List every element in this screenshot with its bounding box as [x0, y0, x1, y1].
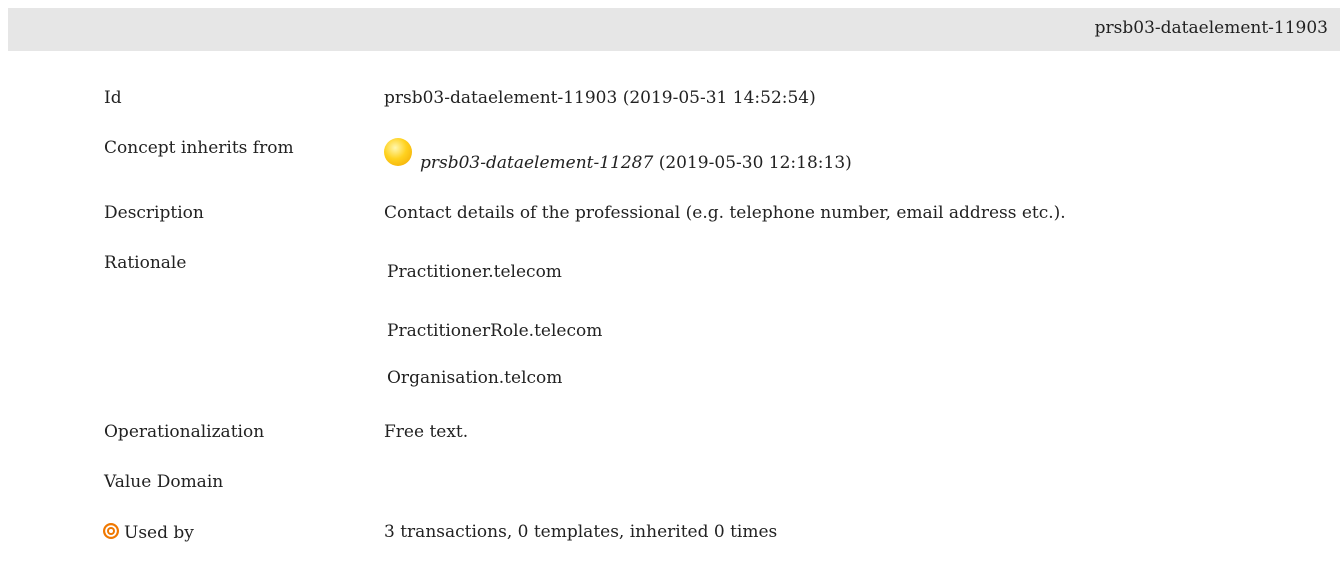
rationale-line: PractitionerRole.telecom [387, 321, 603, 341]
inherits-value: prsb03-dataelement-11287 (2019-05-30 12:… [384, 138, 852, 176]
used-by-label-wrap: Used by [102, 522, 194, 543]
inherits-label: Concept inherits from [104, 138, 294, 158]
description-value: Contact details of the professional (e.g… [384, 203, 1066, 223]
operationalization-value: Free text. [384, 422, 469, 442]
concept-title: prsb03-dataelement-11903 [1094, 18, 1328, 38]
id-value: prsb03-dataelement-11903 (2019-05-31 14:… [384, 88, 816, 108]
inherits-date: (2019-05-30 12:18:13) [653, 153, 852, 173]
rationale-line: Practitioner.telecom [387, 262, 562, 282]
used-by-value: 3 transactions, 0 templates, inherited 0… [384, 522, 778, 542]
description-label: Description [104, 203, 204, 223]
rationale-label: Rationale [104, 253, 187, 273]
operationalization-label: Operationalization [104, 422, 265, 442]
inherits-link[interactable]: prsb03-dataelement-11287 [420, 153, 653, 173]
rationale-line: Organisation.telcom [387, 368, 563, 388]
id-label: Id [104, 88, 122, 108]
yellow-orb-icon [384, 138, 412, 166]
value-domain-label: Value Domain [104, 472, 224, 492]
header-bar: prsb03-dataelement-11903 [8, 8, 1340, 51]
target-icon[interactable] [102, 522, 120, 540]
used-by-label: Used by [124, 523, 194, 543]
